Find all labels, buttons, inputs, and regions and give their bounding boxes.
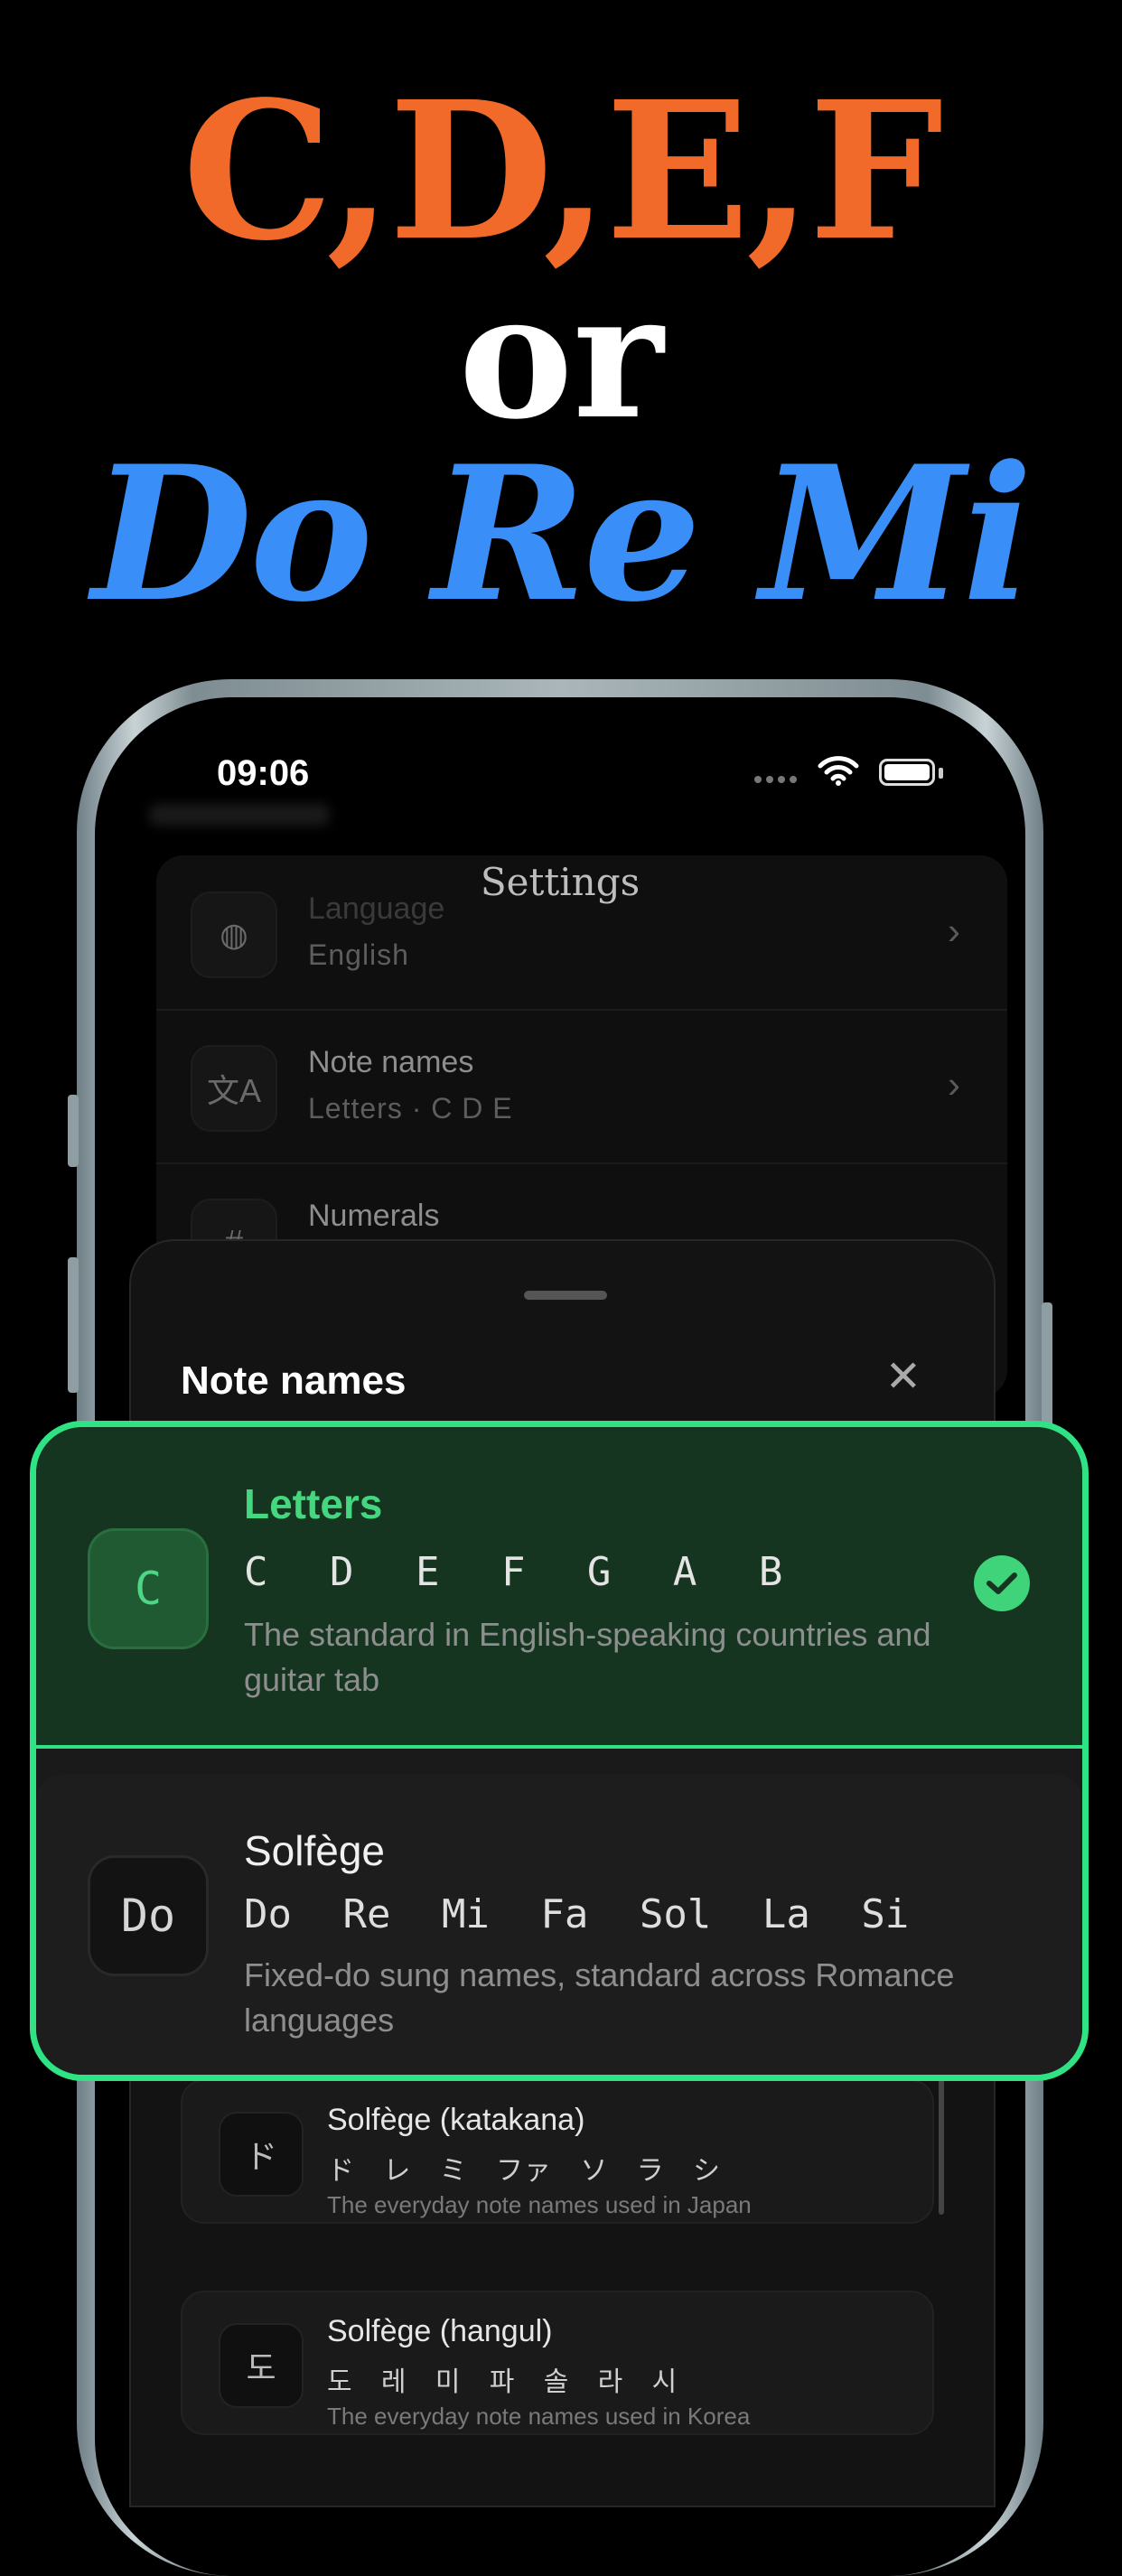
phone-volume-button [68,1257,79,1393]
close-icon[interactable]: ✕ [885,1351,921,1402]
hero-line-letters: C,D,E,F [182,60,944,283]
option-notes: C D E F G A B [244,1549,783,1595]
sheet-title: Note names [181,1358,407,1403]
option-solfege-hangul[interactable]: 도 Solfège (hangul) 도 레 미 파 솔 라 시 The eve… [181,2291,934,2435]
chevron-right-icon: › [948,1063,960,1106]
battery-icon [879,759,935,786]
signal-icon [754,771,801,788]
option-letters[interactable]: C Letters C D E F G A B The standard in … [36,1427,1082,1749]
dynamic-island [429,732,691,813]
option-description: The everyday note names used in Japan [327,2191,752,2218]
wifi-icon [818,756,859,786]
settings-row-title: Note names [308,1045,474,1079]
option-description: The standard in English-speaking countri… [244,1616,931,1698]
option-notes: Do Re Mi Fa Sol La Si [244,1891,910,1937]
option-title: Solfège (katakana) [327,2103,585,2137]
globe-icon: ◍ [191,891,277,978]
option-notes: 도 레 미 파 솔 라 시 [327,2367,678,2397]
status-time: 09:06 [217,753,310,793]
phone-side-button [68,1095,79,1167]
option-icon-solfege: Do [88,1855,209,1976]
settings-row-title: Numerals [308,1199,440,1233]
translate-icon: 文A [191,1045,277,1132]
battery-tip [939,768,943,779]
option-icon-letters: C [88,1528,209,1649]
settings-row-subtitle: English [308,938,409,971]
option-notes: ド レ ミ ファ ソ ラ シ [327,2156,722,2186]
option-title: Solfège [244,1827,386,1874]
hero-line-solfege: Do Re Mi [91,426,1033,643]
chevron-right-icon: › [948,910,960,952]
section-label-blurred [149,804,330,826]
option-description: Fixed-do sung names, standard across Rom… [244,1956,955,2039]
option-solfege-katakana[interactable]: ド Solfège (katakana) ド レ ミ ファ ソ ラ シ The … [181,2079,934,2224]
checkmark-icon [974,1555,1030,1611]
sheet-handle[interactable] [524,1291,607,1300]
option-title: Solfège (hangul) [327,2314,553,2348]
highlight-overlay: C Letters C D E F G A B The standard in … [30,1421,1089,2081]
settings-row-note-names[interactable]: 文A Note names Letters · C D E › [156,1009,1007,1164]
option-title: Letters [244,1480,383,1527]
settings-row-subtitle: Letters · C D E [308,1092,513,1125]
option-icon-hangul: 도 [219,2323,304,2408]
page-title: Settings [480,860,640,904]
scrollbar[interactable] [939,2079,944,2215]
option-description: The everyday note names used in Korea [327,2403,751,2430]
option-icon-katakana: ド [219,2112,304,2197]
option-solfege[interactable]: Do Solfège Do Re Mi Fa Sol La Si Fixed-d… [36,1774,1082,2075]
hero-line-or: or [458,256,664,457]
